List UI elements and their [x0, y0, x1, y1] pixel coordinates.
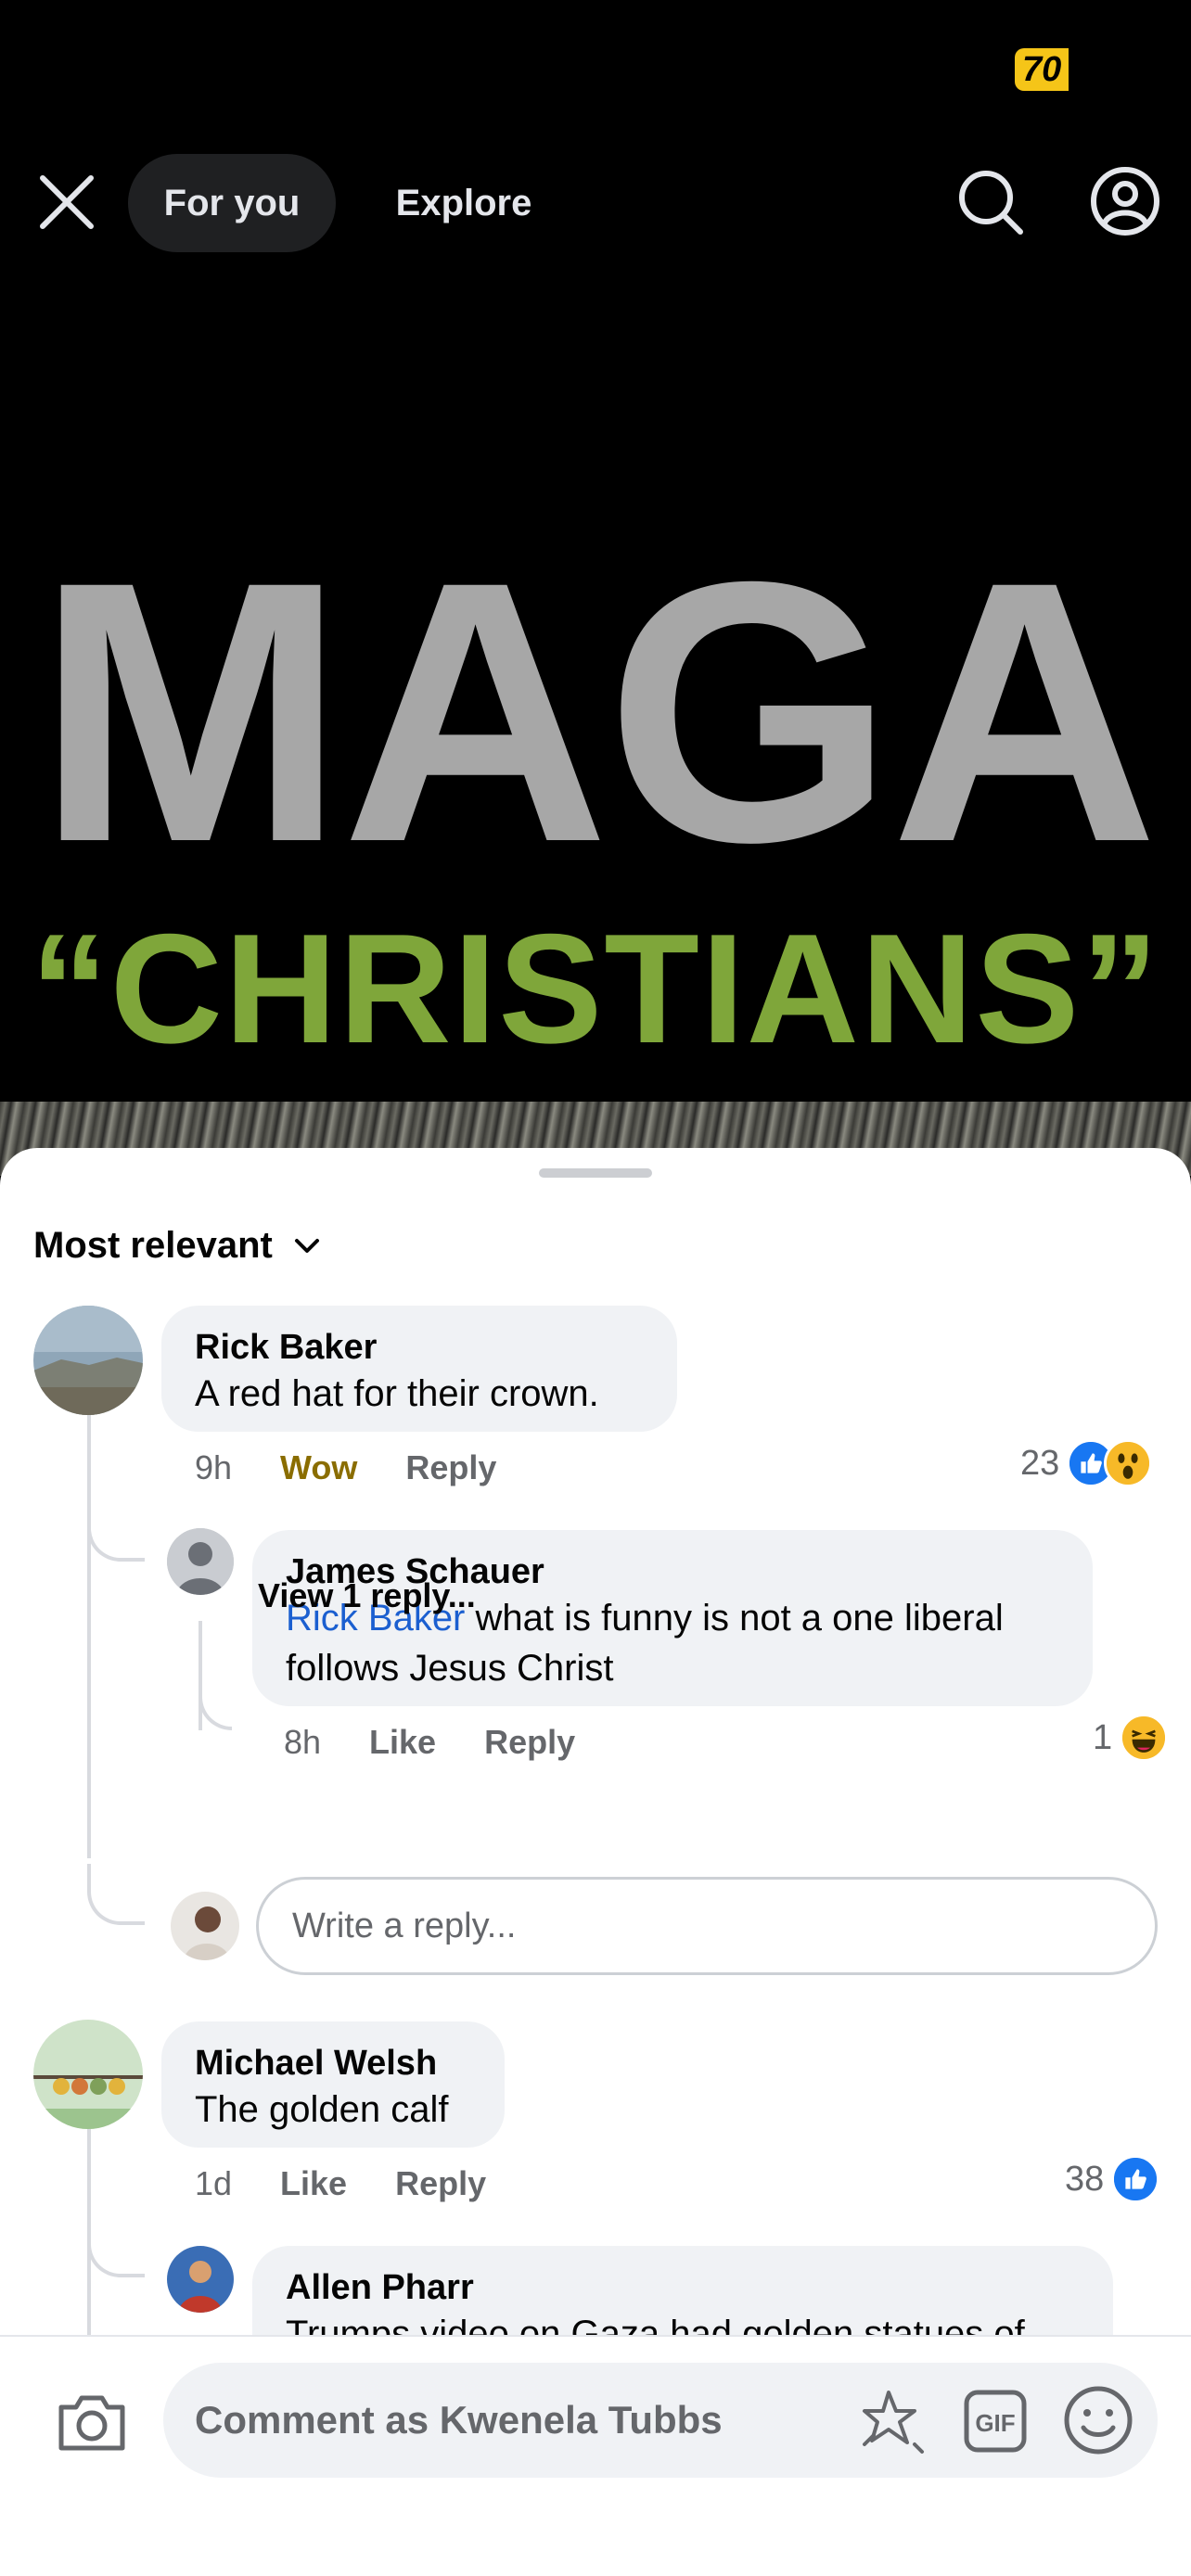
haha-reaction-icon — [1120, 1714, 1169, 1762]
comment-placeholder: Comment as Kwenela Tubbs — [195, 2398, 723, 2442]
tab-for-you[interactable]: For you — [128, 154, 336, 252]
post-media: 70 For you Explore MAGA “CHRISTIANS” — [0, 0, 1191, 1168]
reply-actions: 8h Like Reply — [284, 1719, 575, 1766]
thread-curve — [87, 2207, 145, 2277]
chevron-down-icon — [294, 1239, 319, 1253]
battery-indicator: 70 — [1015, 48, 1069, 91]
close-icon[interactable] — [33, 169, 100, 236]
svg-text:GIF: GIF — [975, 2409, 1015, 2437]
default-avatar-icon — [167, 1528, 234, 1595]
avatar[interactable] — [167, 2246, 234, 2313]
avatar-character-image — [167, 2246, 234, 2313]
reaction-count: 38 — [1065, 2159, 1105, 2199]
comment-bubble[interactable]: Michael Welsh The golden calf — [161, 2021, 505, 2148]
avatar[interactable] — [167, 1528, 234, 1595]
camera-icon[interactable] — [54, 2383, 130, 2459]
comment-composer: Comment as Kwenela Tubbs GIF — [0, 2335, 1191, 2576]
comment-author[interactable]: Rick Baker — [195, 1326, 644, 1369]
like-button[interactable]: Like — [280, 2164, 347, 2203]
reply-author[interactable]: Allen Pharr — [286, 2266, 1080, 2309]
comment-text: The golden calf — [195, 2089, 449, 2130]
reaction-summary[interactable]: 38 — [1065, 2153, 1160, 2205]
like-button[interactable]: Like — [369, 1723, 436, 1762]
comment-time: 9h — [195, 1448, 233, 1486]
user-photo-image — [171, 1892, 239, 1960]
thread-line — [198, 1621, 202, 1730]
reaction-summary[interactable]: 23 — [1020, 1437, 1153, 1489]
reply-button[interactable]: Reply — [484, 1723, 575, 1762]
comment-actions: 9h Wow Reply — [195, 1445, 496, 1491]
comment-time: 1d — [195, 2164, 233, 2202]
wow-action-button[interactable]: Wow — [280, 1448, 357, 1487]
post-headline-line1: MAGA — [35, 504, 1159, 919]
comment-text: A red hat for their crown. — [195, 1373, 599, 1414]
like-reaction-icon — [1111, 2155, 1160, 2203]
avatar-sticker-icon[interactable] — [857, 2383, 931, 2457]
reaction-summary[interactable]: 1 — [1093, 1712, 1169, 1764]
write-reply-input[interactable]: Write a reply... — [256, 1877, 1158, 1975]
comment-author[interactable]: Michael Welsh — [195, 2042, 471, 2085]
comment-bubble[interactable]: Rick Baker A red hat for their crown. — [161, 1306, 677, 1432]
tab-explore[interactable]: Explore — [354, 154, 573, 252]
avatar-birds-image — [33, 2020, 143, 2129]
thread-curve — [87, 1484, 145, 1562]
comment-input[interactable]: Comment as Kwenela Tubbs GIF — [163, 2363, 1158, 2478]
avatar[interactable] — [33, 2020, 143, 2129]
search-icon[interactable] — [955, 167, 1026, 237]
sort-selector[interactable]: Most relevant — [33, 1222, 323, 1269]
avatar[interactable] — [33, 1306, 143, 1415]
current-user-avatar — [171, 1892, 239, 1960]
profile-icon[interactable] — [1089, 165, 1161, 237]
sort-label: Most relevant — [33, 1224, 273, 1266]
comment-actions: 1d Like Reply — [195, 2161, 486, 2207]
thread-line — [87, 1413, 91, 1858]
reaction-count: 1 — [1093, 1717, 1113, 1757]
post-headline-line2: “CHRISTIANS” — [30, 901, 1161, 1076]
view-replies-link[interactable]: View 1 reply... — [258, 1576, 476, 1615]
reply-button[interactable]: Reply — [405, 1448, 496, 1487]
reply-button[interactable]: Reply — [395, 2164, 486, 2203]
gif-icon[interactable]: GIF — [963, 2389, 1028, 2454]
reply-bubble[interactable]: James Schauer Rick Baker what is funny i… — [252, 1530, 1093, 1706]
sheet-drag-handle[interactable] — [539, 1168, 652, 1178]
reaction-count: 23 — [1020, 1443, 1060, 1483]
wow-reaction-icon — [1104, 1439, 1153, 1487]
avatar-landscape-image — [33, 1306, 143, 1415]
reply-time: 8h — [284, 1723, 322, 1761]
emoji-icon[interactable] — [1061, 2383, 1135, 2457]
top-nav: For you Explore — [0, 148, 1191, 260]
